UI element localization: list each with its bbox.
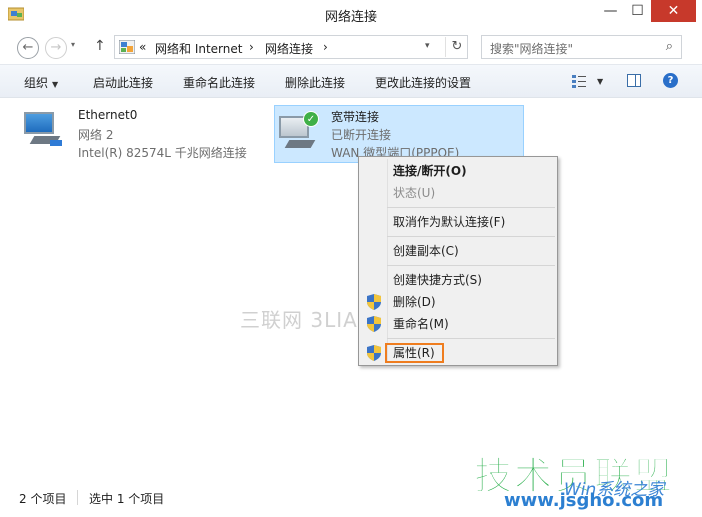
enable-connection-button[interactable]: 启动此连接 — [93, 74, 153, 91]
menu-item-label: 重命名(M) — [393, 317, 449, 331]
address-bar[interactable]: « 网络和 Internet › 网络连接 › ▾ ↻ — [114, 35, 468, 59]
breadcrumb-network-connections[interactable]: 网络连接 — [265, 40, 313, 57]
logo-url: www.jsgho.com — [504, 490, 664, 511]
up-button[interactable]: ↑ — [94, 38, 108, 64]
breadcrumb-chevron[interactable]: › — [249, 40, 254, 54]
connection-network: 网络 2 — [78, 128, 114, 142]
properties-highlight-box — [385, 343, 444, 363]
preview-pane-icon[interactable] — [627, 74, 641, 87]
status-separator — [77, 490, 78, 505]
maximize-button[interactable]: ☐ — [624, 0, 651, 22]
address-dropdown[interactable]: ▾ — [425, 41, 430, 51]
menu-item-unset-default[interactable]: 取消作为默认连接(F) — [359, 211, 557, 233]
connection-name: Ethernet0 — [78, 108, 138, 122]
menu-separator — [387, 265, 555, 266]
delete-connection-button[interactable]: 删除此连接 — [285, 74, 345, 91]
help-icon[interactable]: ? — [663, 73, 678, 88]
connection-name: 宽带连接 — [331, 110, 380, 124]
title-bar[interactable]: 网络连接 — ☐ ✕ — [0, 0, 702, 30]
breadcrumb-network-internet[interactable]: 网络和 Internet — [155, 40, 242, 57]
broadband-adapter-icon: ✓ — [279, 111, 319, 154]
menu-item-create-shortcut[interactable]: 创建快捷方式(S) — [359, 269, 557, 291]
uac-shield-icon — [367, 345, 381, 361]
recent-locations-dropdown[interactable]: ▾ — [71, 40, 83, 66]
forward-button[interactable]: → — [45, 37, 67, 59]
menu-item-rename[interactable]: 重命名(M) — [359, 313, 557, 335]
menu-item-label: 创建快捷方式(S) — [393, 273, 482, 287]
minimize-button[interactable]: — — [597, 0, 624, 22]
refresh-button[interactable]: ↻ — [445, 37, 468, 57]
change-settings-button[interactable]: 更改此连接的设置 — [375, 74, 471, 91]
control-panel-icon — [119, 40, 135, 54]
menu-item-copy[interactable]: 创建副本(C) — [359, 240, 557, 262]
context-menu: 连接/断开(O) 状态(U) 取消作为默认连接(F) 创建副本(C) 创建快捷方… — [358, 156, 558, 366]
organize-label: 组织 — [24, 76, 49, 90]
menu-separator — [387, 338, 555, 339]
menu-item-label: 状态(U) — [393, 186, 436, 200]
connection-device: Intel(R) 82574L 千兆网络连接 — [78, 146, 247, 160]
command-bar: 组织 ▼ 启动此连接 重命名此连接 删除此连接 更改此连接的设置 ▼ ? — [0, 64, 702, 98]
menu-item-label: 删除(D) — [393, 295, 436, 309]
item-count: 2 个项目 — [19, 492, 67, 506]
menu-item-label: 创建副本(C) — [393, 244, 459, 258]
connection-status: 已断开连接 — [331, 128, 392, 142]
breadcrumb-chevron-end[interactable]: › — [323, 40, 328, 54]
selected-count: 选中 1 个项目 — [89, 492, 165, 506]
change-view-icon[interactable] — [572, 74, 586, 88]
menu-item-status: 状态(U) — [359, 182, 557, 204]
organize-button[interactable]: 组织 ▼ — [24, 74, 58, 91]
search-box[interactable]: 搜索"网络连接" ⌕ — [481, 35, 682, 59]
search-input[interactable]: 搜索"网络连接" — [490, 40, 573, 57]
rename-connection-button[interactable]: 重命名此连接 — [183, 74, 255, 91]
view-options-caret-icon[interactable]: ▼ — [597, 77, 603, 86]
uac-shield-icon — [367, 316, 381, 332]
site-logo-watermark: 技术员联盟 Win系统之家 www.jsgho.com — [470, 445, 702, 517]
organize-caret-icon: ▼ — [52, 80, 59, 89]
menu-separator — [387, 236, 555, 237]
uac-shield-icon — [367, 294, 381, 310]
menu-item-delete[interactable]: 删除(D) — [359, 291, 557, 313]
back-button[interactable]: ← — [17, 37, 39, 59]
close-button[interactable]: ✕ — [651, 0, 696, 22]
menu-item-label: 连接/断开(O) — [393, 164, 467, 178]
menu-separator — [387, 207, 555, 208]
connection-item-ethernet0[interactable]: Ethernet0 网络 2 Intel(R) 82574L 千兆网络连接 — [22, 106, 262, 162]
default-connection-check-icon: ✓ — [303, 111, 319, 127]
connection-item-broadband[interactable]: ✓ 宽带连接 已断开连接 WAN 微型端口(PPPOE) — [274, 105, 524, 163]
menu-item-connect[interactable]: 连接/断开(O) — [359, 160, 557, 182]
search-icon[interactable]: ⌕ — [666, 39, 673, 54]
network-adapter-icon — [24, 110, 62, 150]
explorer-window: 网络连接 — ☐ ✕ ← → ▾ ↑ « 网络和 Internet › 网络连接… — [0, 0, 702, 517]
breadcrumb-overflow[interactable]: « — [139, 40, 146, 54]
menu-item-label: 取消作为默认连接(F) — [393, 215, 506, 229]
